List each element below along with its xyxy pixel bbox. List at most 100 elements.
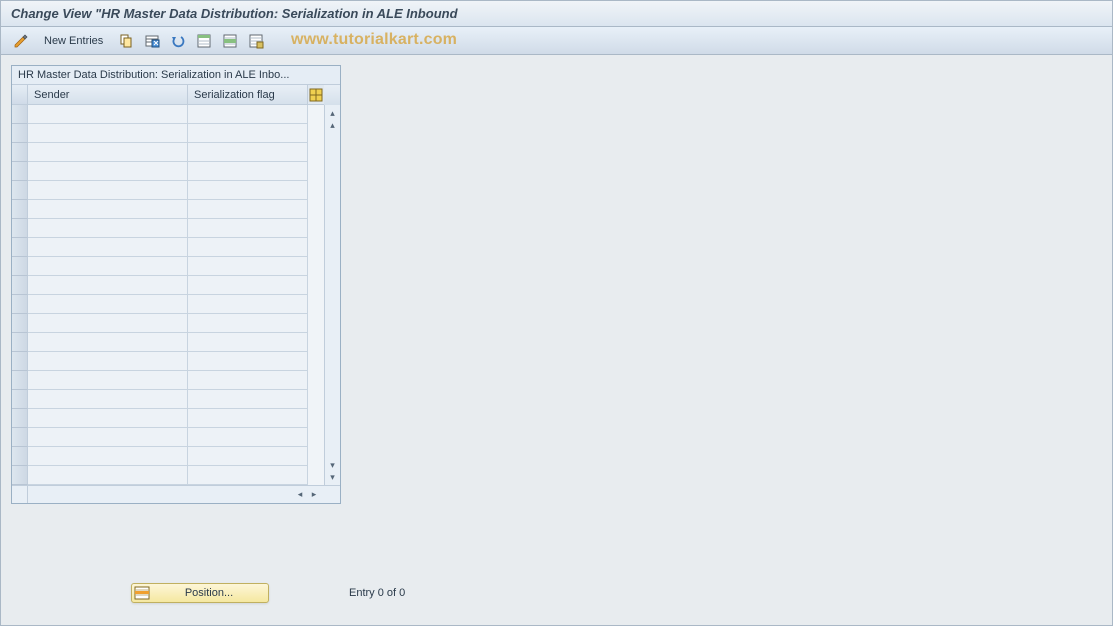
cell-serialization-flag[interactable] (188, 314, 308, 333)
column-header-serialization-flag[interactable]: Serialization flag (188, 85, 308, 105)
cell-serialization-flag[interactable] (188, 219, 308, 238)
table-config-button[interactable] (308, 85, 324, 105)
cell-sender[interactable] (28, 105, 188, 124)
row-selector[interactable] (12, 333, 28, 352)
horizontal-scrollbar[interactable]: ◂ ▸ (12, 485, 340, 503)
row-selector[interactable] (12, 219, 28, 238)
row-selector[interactable] (12, 105, 28, 124)
pencil-glasses-icon (13, 33, 29, 49)
cell-sender[interactable] (28, 314, 188, 333)
cell-sender[interactable] (28, 143, 188, 162)
cell-sender[interactable] (28, 295, 188, 314)
cell-sender[interactable] (28, 333, 188, 352)
cell-sender[interactable] (28, 257, 188, 276)
cell-sender[interactable] (28, 162, 188, 181)
copy-button[interactable] (114, 31, 138, 51)
cell-serialization-flag[interactable] (188, 181, 308, 200)
delete-row-icon (144, 33, 160, 49)
cell-serialization-flag[interactable] (188, 238, 308, 257)
row-selector[interactable] (12, 257, 28, 276)
select-block-button[interactable] (218, 31, 242, 51)
cell-sender[interactable] (28, 390, 188, 409)
cell-serialization-flag[interactable] (188, 143, 308, 162)
cell-serialization-flag[interactable] (188, 162, 308, 181)
cell-serialization-flag[interactable] (188, 333, 308, 352)
table-row (12, 219, 324, 238)
row-selector[interactable] (12, 371, 28, 390)
table-row (12, 181, 324, 200)
row-selector[interactable] (12, 295, 28, 314)
cell-serialization-flag[interactable] (188, 390, 308, 409)
scroll-down-bottom-icon[interactable]: ▾ (327, 471, 339, 483)
scroll-up-icon[interactable]: ▴ (327, 119, 339, 131)
scroll-left-icon[interactable]: ◂ (294, 489, 306, 501)
cell-serialization-flag[interactable] (188, 124, 308, 143)
select-all-icon (196, 33, 212, 49)
scroll-down-icon[interactable]: ▾ (327, 459, 339, 471)
row-selector[interactable] (12, 409, 28, 428)
content-area: HR Master Data Distribution: Serializati… (1, 55, 1112, 514)
row-selector[interactable] (12, 238, 28, 257)
column-header-sender[interactable]: Sender (28, 85, 188, 105)
table-row (12, 314, 324, 333)
cell-sender[interactable] (28, 238, 188, 257)
table-row (12, 162, 324, 181)
cell-serialization-flag[interactable] (188, 447, 308, 466)
footer-bar: Position... Entry 0 of 0 (1, 579, 1112, 607)
cell-sender[interactable] (28, 447, 188, 466)
cell-sender[interactable] (28, 124, 188, 143)
table-row (12, 257, 324, 276)
table-header-row: Sender Serialization flag (12, 85, 340, 105)
cell-sender[interactable] (28, 219, 188, 238)
scroll-right-icon[interactable]: ▸ (308, 489, 320, 501)
delete-button[interactable] (140, 31, 164, 51)
row-selector[interactable] (12, 352, 28, 371)
cell-sender[interactable] (28, 409, 188, 428)
table-row (12, 105, 324, 124)
cell-sender[interactable] (28, 200, 188, 219)
row-selector[interactable] (12, 314, 28, 333)
row-selector[interactable] (12, 162, 28, 181)
row-selector[interactable] (12, 466, 28, 485)
cell-serialization-flag[interactable] (188, 371, 308, 390)
table-row (12, 276, 324, 295)
cell-serialization-flag[interactable] (188, 276, 308, 295)
cell-sender[interactable] (28, 466, 188, 485)
table-row (12, 371, 324, 390)
cell-serialization-flag[interactable] (188, 200, 308, 219)
cell-serialization-flag[interactable] (188, 295, 308, 314)
table-data-rows: ▴ ▴ ▾ ▾ (12, 105, 340, 485)
deselect-all-icon (248, 33, 264, 49)
toggle-change-mode-button[interactable] (9, 31, 33, 51)
cell-serialization-flag[interactable] (188, 428, 308, 447)
cell-sender[interactable] (28, 352, 188, 371)
row-selector[interactable] (12, 390, 28, 409)
cell-sender[interactable] (28, 428, 188, 447)
row-selector-header[interactable] (12, 85, 28, 105)
table-row (12, 390, 324, 409)
cell-serialization-flag[interactable] (188, 466, 308, 485)
position-button[interactable]: Position... (131, 583, 269, 603)
row-selector[interactable] (12, 276, 28, 295)
cell-serialization-flag[interactable] (188, 409, 308, 428)
row-selector[interactable] (12, 181, 28, 200)
select-all-button[interactable] (192, 31, 216, 51)
cell-sender[interactable] (28, 371, 188, 390)
undo-button[interactable] (166, 31, 190, 51)
vertical-scrollbar[interactable]: ▴ ▴ ▾ ▾ (324, 105, 340, 485)
row-selector[interactable] (12, 124, 28, 143)
row-selector[interactable] (12, 428, 28, 447)
page-title: Change View "HR Master Data Distribution… (11, 6, 458, 21)
cell-serialization-flag[interactable] (188, 352, 308, 371)
row-selector[interactable] (12, 143, 28, 162)
cell-sender[interactable] (28, 276, 188, 295)
cell-serialization-flag[interactable] (188, 105, 308, 124)
table-row (12, 352, 324, 371)
deselect-all-button[interactable] (244, 31, 268, 51)
row-selector[interactable] (12, 200, 28, 219)
cell-sender[interactable] (28, 181, 188, 200)
cell-serialization-flag[interactable] (188, 257, 308, 276)
scroll-up-top-icon[interactable]: ▴ (327, 107, 339, 119)
row-selector[interactable] (12, 447, 28, 466)
new-entries-button[interactable]: New Entries (35, 31, 112, 51)
